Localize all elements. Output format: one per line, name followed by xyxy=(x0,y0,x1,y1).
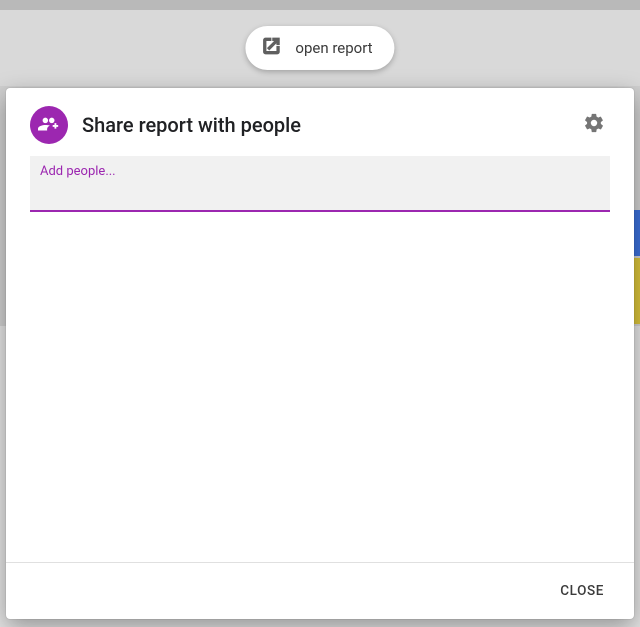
add-people-input[interactable] xyxy=(40,181,600,210)
open-report-button[interactable]: open report xyxy=(245,26,394,70)
settings-button[interactable] xyxy=(578,109,610,141)
background-accent xyxy=(634,258,640,324)
open-report-label: open report xyxy=(295,39,372,57)
add-people-field-wrap[interactable]: Add people... xyxy=(30,156,610,212)
modal-body xyxy=(6,212,634,562)
group-add-icon xyxy=(30,106,68,144)
share-modal: Share report with people Add people... C… xyxy=(6,88,634,619)
modal-footer: CLOSE xyxy=(6,562,634,619)
open-external-icon xyxy=(261,36,281,60)
gear-icon xyxy=(583,112,605,138)
modal-header: Share report with people xyxy=(6,88,634,156)
close-button[interactable]: CLOSE xyxy=(552,577,612,605)
background-accent xyxy=(634,210,640,256)
background-top xyxy=(0,0,640,10)
modal-title: Share report with people xyxy=(82,113,564,137)
add-people-label: Add people... xyxy=(40,164,600,179)
